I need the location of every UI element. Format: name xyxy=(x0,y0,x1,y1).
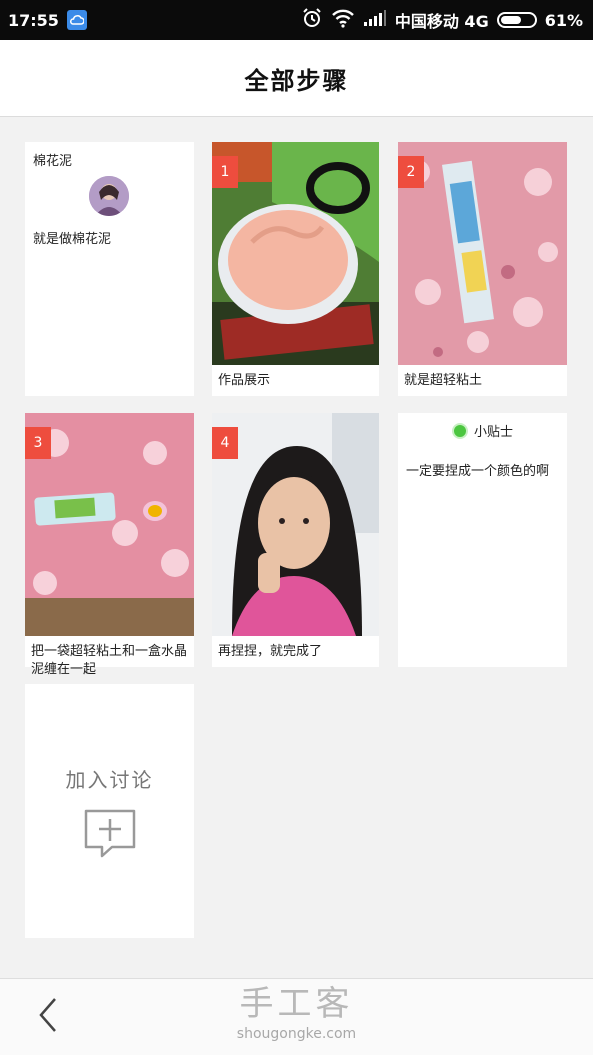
carrier-label: 中国移动 4G xyxy=(394,12,489,31)
step-3-photo: 3 xyxy=(25,413,194,636)
step-2-photo: 2 xyxy=(398,142,567,365)
wifi-icon xyxy=(331,8,355,32)
step-caption: 就是超轻粘土 xyxy=(404,373,483,388)
join-discussion-card[interactable]: 加入讨论 xyxy=(25,684,194,938)
brand-name-en: shougongke.com xyxy=(236,1026,357,1042)
step-1-photo: 1 xyxy=(212,142,379,365)
comment-plus-icon xyxy=(83,808,137,862)
step-number-badge: 2 xyxy=(398,156,424,188)
signal-icon xyxy=(363,9,387,31)
cloud-icon xyxy=(66,10,87,30)
author-avatar[interactable] xyxy=(89,176,129,216)
tip-title: 小贴士 xyxy=(473,425,513,440)
step-caption: 作品展示 xyxy=(218,373,271,388)
step-number-badge: 4 xyxy=(212,427,238,459)
project-title: 棉花泥 xyxy=(33,154,73,169)
step-card-4[interactable]: 4 再捏捏，就完成了 xyxy=(212,413,379,667)
status-bar: 17:55 中国移动 4G 61% xyxy=(0,0,593,40)
step-caption: 再捏捏，就完成了 xyxy=(218,644,323,659)
step-number-badge: 1 xyxy=(212,156,238,188)
step-4-photo: 4 xyxy=(212,413,379,636)
alarm-icon xyxy=(301,7,323,33)
step-caption: 把一袋超轻粘土和一盒水晶泥缠在一起 xyxy=(31,644,188,677)
status-time: 17:55 xyxy=(8,10,59,30)
project-description: 就是做棉花泥 xyxy=(33,232,112,247)
step-number-badge: 3 xyxy=(25,427,51,459)
join-discussion-label: 加入讨论 xyxy=(65,768,154,792)
tip-dot-icon xyxy=(451,422,468,439)
tip-text: 一定要捏成一个颜色的啊 xyxy=(406,464,550,479)
step-card-3[interactable]: 3 把一袋超轻粘土和一盒水晶泥缠在一起 xyxy=(25,413,194,677)
battery-percent: 61% xyxy=(544,10,583,30)
page-header: 全部步骤 xyxy=(0,40,593,117)
step-card-2[interactable]: 2 就是超轻粘土 xyxy=(398,142,567,396)
step-card-1[interactable]: 1 作品展示 xyxy=(212,142,379,396)
brand-name-cn: 手工客 xyxy=(239,984,354,1024)
brand-logo: 手工客 shougongke.com xyxy=(0,983,593,1043)
battery-icon xyxy=(496,12,537,28)
intro-card[interactable]: 棉花泥 就是做棉花泥 xyxy=(25,142,194,396)
tip-card: 小贴士 一定要捏成一个颜色的啊 xyxy=(398,413,567,667)
page-title: 全部步骤 xyxy=(244,65,349,95)
bottom-bar: 手工客 shougongke.com xyxy=(0,978,593,1055)
